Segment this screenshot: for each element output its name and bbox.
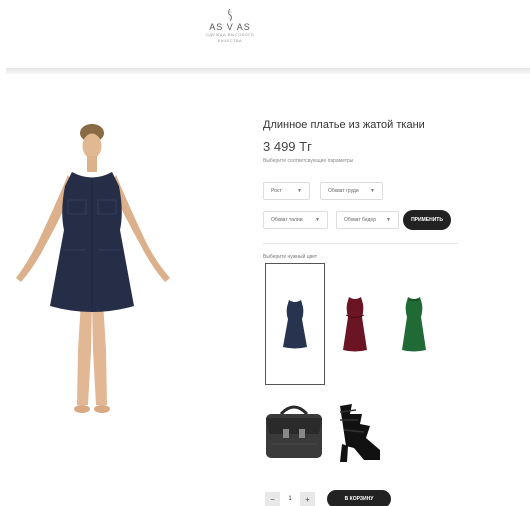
- header-divider: [6, 68, 530, 74]
- chest-select-label: Обхват груди: [328, 188, 359, 194]
- color-option-navy[interactable]: [265, 263, 325, 385]
- chevron-down-icon: ▼: [386, 217, 391, 223]
- chevron-down-icon: ▼: [370, 188, 375, 194]
- quantity-plus-button[interactable]: +: [300, 491, 315, 506]
- navy-dress-thumbnail: [283, 300, 307, 349]
- bag-accessory-image[interactable]: [263, 400, 325, 462]
- product-title: Длинное платье из жатой ткани: [263, 119, 425, 131]
- height-select-label: Рост: [271, 188, 282, 194]
- green-dress-thumbnail: [402, 297, 426, 352]
- color-option-green[interactable]: [384, 263, 444, 385]
- waist-select[interactable]: Обхват талии ▼: [263, 211, 328, 229]
- quantity-value[interactable]: 1: [280, 496, 300, 502]
- quantity-minus-button[interactable]: −: [265, 491, 280, 506]
- height-select[interactable]: Рост ▼: [263, 182, 310, 200]
- wine-dress-thumbnail: [343, 297, 367, 352]
- chevron-down-icon: ▼: [297, 188, 302, 194]
- params-hint: Выберите соответсвующие параметры: [263, 158, 354, 164]
- color-option-wine[interactable]: [325, 263, 385, 385]
- logo-text: AS V AS: [209, 22, 251, 32]
- section-divider: [263, 243, 458, 244]
- color-hint: Выберите нужный цвет: [263, 254, 318, 260]
- model-photo: [16, 124, 170, 413]
- shoe-accessory-image[interactable]: [326, 400, 384, 466]
- brand-logo[interactable]: AS V AS ОДЕЖДА ВЫСОКОГО КАЧЕСТВА: [195, 8, 265, 44]
- chest-select[interactable]: Обхват груди ▼: [320, 182, 383, 200]
- apply-button[interactable]: ПРИМЕНИТЬ: [403, 210, 451, 230]
- add-to-cart-button[interactable]: В КОРЗИНУ: [327, 490, 391, 506]
- chevron-down-icon: ▼: [315, 217, 320, 223]
- quantity-stepper: − 1 +: [265, 491, 315, 506]
- logo-emblem-icon: [228, 8, 232, 22]
- product-price: 3 499 Тг: [263, 139, 312, 154]
- logo-tagline: ОДЕЖДА ВЫСОКОГО КАЧЕСТВА: [205, 32, 255, 43]
- hips-select[interactable]: Обхват бедер ▼: [336, 211, 399, 229]
- waist-select-label: Обхват талии: [271, 217, 303, 223]
- hips-select-label: Обхват бедер: [344, 217, 376, 223]
